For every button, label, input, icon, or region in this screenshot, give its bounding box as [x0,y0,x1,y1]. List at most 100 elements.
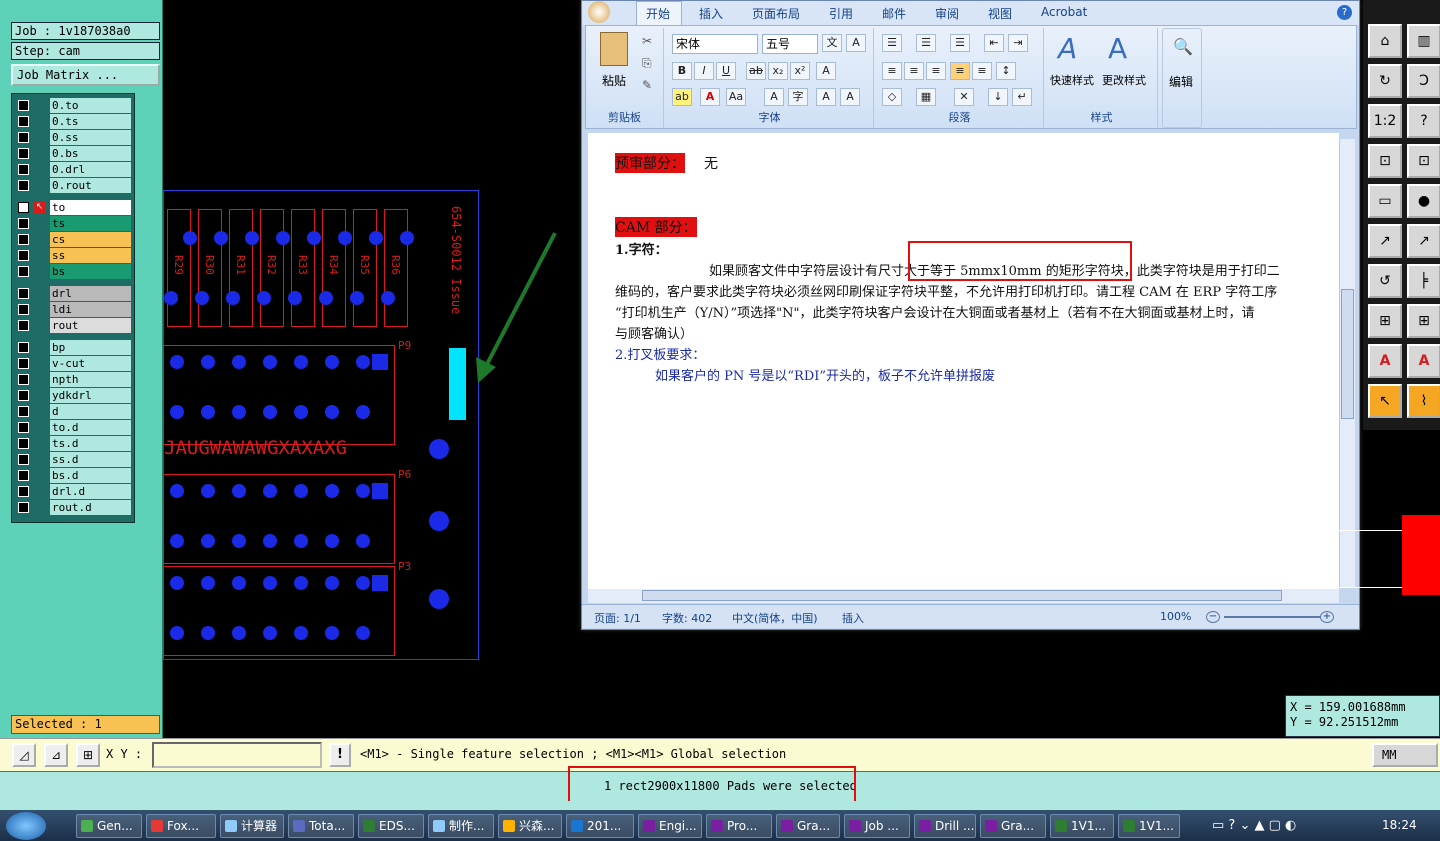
sort-icon[interactable]: ↓ [988,88,1008,106]
pad[interactable] [263,576,277,590]
layer-checkbox[interactable] [18,218,29,229]
tab-mailings[interactable]: 邮件 [882,5,906,22]
multilevel-list-icon[interactable]: ☰ [950,34,970,52]
taskbar-item[interactable]: 计算器 [220,814,284,838]
borders-icon[interactable]: ▦ [916,88,936,106]
taskbar-item[interactable]: Pro... [706,814,772,838]
tool-button-icon[interactable]: ↖ [1368,384,1402,418]
tool-button-icon[interactable]: ▥ [1407,24,1440,58]
taskbar-item[interactable]: 制作... [428,814,494,838]
snap-icon[interactable]: ◿ [12,743,36,767]
layer-checkbox[interactable] [18,148,29,159]
pad[interactable] [381,291,395,305]
layer-row[interactable]: rout [15,318,133,333]
measure-icon[interactable]: ⊿ [44,743,68,767]
grow-font-icon[interactable]: A [816,88,836,106]
large-pad[interactable] [429,511,449,531]
zoom-slider[interactable] [1224,616,1320,618]
square-pad[interactable] [372,483,388,499]
status-language[interactable]: 中文(简体，中国) [732,610,818,626]
layer-checkbox[interactable] [18,438,29,449]
layer-checkbox[interactable] [18,406,29,417]
pad[interactable] [201,576,215,590]
chinese-layout-icon[interactable]: ✕ [954,88,974,106]
layer-row[interactable]: 0.drl [15,162,133,177]
pad[interactable] [263,534,277,548]
layer-row[interactable]: v-cut [15,356,133,371]
pad[interactable] [170,484,184,498]
layer-row[interactable]: ss [15,248,133,263]
zoom-out-icon[interactable]: − [1206,611,1220,623]
help-icon[interactable]: ? [1337,5,1352,20]
phonetic-guide-icon[interactable]: 文 [822,34,842,52]
selected-pad-rect[interactable] [449,348,466,420]
pad[interactable] [232,405,246,419]
pad[interactable] [356,626,370,640]
pad[interactable] [369,231,383,245]
tab-page-layout[interactable]: 页面布局 [752,5,800,22]
align-left-icon[interactable]: ≡ [882,62,902,80]
pad[interactable] [170,576,184,590]
layer-row[interactable]: rout.d [15,500,133,515]
pad[interactable] [294,355,308,369]
vertical-scrollbar[interactable] [1339,139,1355,587]
pad[interactable] [325,355,339,369]
superscript-button[interactable]: x² [790,62,810,80]
change-styles-icon[interactable]: A [1108,32,1127,65]
layer-row[interactable]: ss.d [15,452,133,467]
tool-button-icon[interactable]: 1:2 [1368,104,1402,138]
pcb-board-outline[interactable]: R29 R30 R31 R32 R33 R34 R35 R36 P9 P6 P3 JAUGWAWAWG… [163,190,479,660]
tool-button-icon[interactable]: ↗ [1368,224,1402,258]
layer-row[interactable]: to.d [15,420,133,435]
large-pad[interactable] [429,439,449,459]
taskbar-item[interactable]: 1V1... [1050,814,1114,838]
layer-row[interactable]: 0.rout [15,178,133,193]
tool-button-icon[interactable]: ↻ [1368,64,1402,98]
align-right-icon[interactable]: ≡ [926,62,946,80]
format-painter-icon[interactable]: ✎ [642,78,652,92]
show-marks-icon[interactable]: ↵ [1012,88,1032,106]
square-pad[interactable] [372,575,388,591]
layer-row[interactable]: ts.d [15,436,133,451]
layer-checkbox[interactable] [18,486,29,497]
taskbar-item[interactable]: Job ... [844,814,910,838]
pad[interactable] [263,405,277,419]
pad[interactable] [201,626,215,640]
pad[interactable] [201,534,215,548]
pad[interactable] [183,231,197,245]
pad[interactable] [356,484,370,498]
layer-checkbox[interactable] [18,180,29,191]
tray-icons[interactable]: ▭ ? ⌄ ▲ ▢ ◐ [1212,818,1296,833]
tool-button-icon[interactable]: ╞ [1407,264,1440,298]
pad[interactable] [356,534,370,548]
pad[interactable] [263,484,277,498]
copy-icon[interactable]: ⎘ [642,56,652,71]
pad[interactable] [232,534,246,548]
layer-checkbox[interactable] [18,116,29,127]
pad[interactable] [325,576,339,590]
layer-checkbox[interactable] [18,266,29,277]
numbering-icon[interactable]: ☰ [916,34,936,52]
layer-checkbox[interactable] [18,358,29,369]
tool-button-icon[interactable]: ▭ [1368,184,1402,218]
pad[interactable] [263,626,277,640]
line-spacing-icon[interactable]: ↕ [996,62,1016,80]
pad[interactable] [195,291,209,305]
tab-review[interactable]: 审阅 [935,5,959,22]
pad[interactable] [201,484,215,498]
horizontal-scrollbar[interactable] [588,589,1339,603]
layer-row[interactable]: cs [15,232,133,247]
pad[interactable] [164,291,178,305]
taskbar-item[interactable]: Gra... [980,814,1046,838]
find-icon[interactable]: 🔍 [1173,37,1193,56]
layer-checkbox[interactable] [18,288,29,299]
layer-checkbox[interactable] [18,132,29,143]
pad[interactable] [325,534,339,548]
layer-checkbox[interactable] [18,320,29,331]
change-case-icon[interactable]: Aa [726,88,746,106]
tool-button-icon[interactable]: ? [1407,104,1440,138]
layer-row[interactable]: d [15,404,133,419]
pad[interactable] [245,231,259,245]
shading-icon[interactable]: ◇ [882,88,902,106]
pad[interactable] [325,484,339,498]
